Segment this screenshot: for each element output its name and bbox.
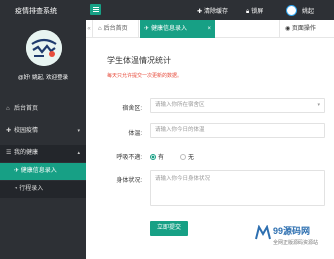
home-icon: ⌂	[98, 26, 102, 32]
sidebar-subitem-health-entry[interactable]: ✈ 健康信息录入	[0, 163, 86, 180]
breathing-radio-yes[interactable]: 有	[150, 152, 164, 161]
body-status-placeholder: 请输入你今日身体状况	[155, 176, 211, 182]
sidebar-item-label: 我的健康	[14, 150, 39, 156]
dorm-select[interactable]: 请输入你所在宿舍区 ▾	[150, 98, 325, 113]
sidebar-item-label: 校园疫情	[14, 128, 39, 134]
tab-home[interactable]: ⌂ 后台首页	[94, 20, 139, 38]
tab-label: 后台首页	[103, 26, 128, 32]
clear-cache-button[interactable]: ✚ 清除缓存	[197, 6, 228, 15]
watermark-sub: 全网正版源码资源站	[273, 240, 319, 246]
radio-label: 有	[158, 155, 165, 161]
clear-cache-label: 清除缓存	[204, 9, 229, 15]
circle-icon: ◉	[285, 26, 292, 32]
lock-screen-label: 锁屏	[251, 9, 264, 15]
temperature-label: 体温:	[128, 131, 142, 137]
sidebar-item-home[interactable]: ⌂ 后台首页	[0, 101, 86, 118]
radio-label: 无	[188, 155, 195, 161]
menu-toggle-button[interactable]	[90, 4, 101, 15]
tab-label: 健康信息录入	[151, 26, 188, 32]
chevron-up-icon: ▴	[77, 150, 80, 156]
radio-unchecked-icon	[180, 154, 186, 160]
body-status-textarea[interactable]: 请输入你今日身体状况	[150, 170, 325, 206]
avatar[interactable]	[286, 5, 297, 16]
username[interactable]: 姚起	[302, 6, 314, 15]
radio-checked-icon	[150, 154, 156, 160]
welcome-text: @好! 姚起, 欢迎登录	[17, 75, 69, 81]
form-note: 每天只允许提交一次更新的数据。	[107, 73, 183, 79]
site-logo-icon	[255, 225, 271, 240]
sidebar-item-campus-epidemic[interactable]: ✚ 校园疫情 ▾	[0, 123, 86, 140]
sidebar-subitem-label: 行程录入	[19, 186, 44, 192]
page-operations-dropdown[interactable]: ◉ 页面操作	[279, 20, 334, 38]
app-title: 疫情排查系统	[15, 8, 57, 15]
watermark-site: 99源码网	[273, 226, 311, 236]
lock-icon: 🔒︎	[246, 9, 250, 15]
send-icon: ✈	[144, 26, 150, 32]
breathing-label: 呼吸不適:	[116, 155, 142, 161]
chevron-down-icon: ▾	[77, 128, 80, 134]
sidebar-subitem-trip-entry[interactable]: ◔ 行程录入	[0, 181, 86, 198]
sidebar-item-my-health[interactable]: ☰ 我的健康 ▴	[0, 145, 86, 162]
top-bar: 疫情排查系统 ✚ 清除缓存 🔒︎ 锁屏 姚起	[0, 0, 334, 20]
chevron-down-icon: ▾	[317, 102, 320, 108]
breathing-radio-no[interactable]: 无	[180, 152, 194, 161]
submit-button[interactable]: 立即提交	[150, 221, 188, 236]
temperature-placeholder: 请输入你今日的体温	[155, 127, 205, 133]
tabs-bar: « ⌂ 后台首页 ✈ 健康信息录入 × ◉ 页面操作	[86, 20, 334, 38]
close-icon[interactable]: ×	[207, 20, 211, 38]
sidebar-subitem-label: 健康信息录入	[20, 168, 57, 174]
dorm-placeholder: 请输入你所在宿舍区	[155, 102, 205, 108]
temperature-input[interactable]: 请输入你今日的体温	[150, 123, 325, 138]
hospital-icon: ✚	[6, 128, 12, 134]
form-title: 学生体温情况统计	[107, 56, 171, 65]
dorm-label: 宿舍区:	[122, 106, 142, 112]
sidebar-item-label: 后台首页	[14, 106, 39, 112]
user-icon: ☰	[6, 150, 12, 156]
logo-image	[26, 30, 62, 66]
lock-screen-button[interactable]: 🔒︎ 锁屏	[246, 6, 263, 16]
home-icon: ⌂	[6, 106, 10, 112]
trash-icon: ✚	[197, 9, 203, 15]
tab-health-entry[interactable]: ✈ 健康信息录入 ×	[140, 20, 215, 38]
page-ops-label: 页面操作	[291, 26, 316, 32]
body-status-label: 身体状况:	[116, 178, 142, 184]
sidebar: @好! 姚起, 欢迎登录 ⌂ 后台首页 ✚ 校园疫情 ▾ ☰ 我的健康 ▴ ✈ 健康信…	[0, 20, 86, 259]
watermark: 99源码网 全网正版源码资源站	[255, 222, 334, 256]
send-icon: ✈	[14, 168, 21, 174]
tab-scroll-left-button[interactable]: «	[86, 20, 93, 38]
user-logo	[26, 30, 62, 66]
